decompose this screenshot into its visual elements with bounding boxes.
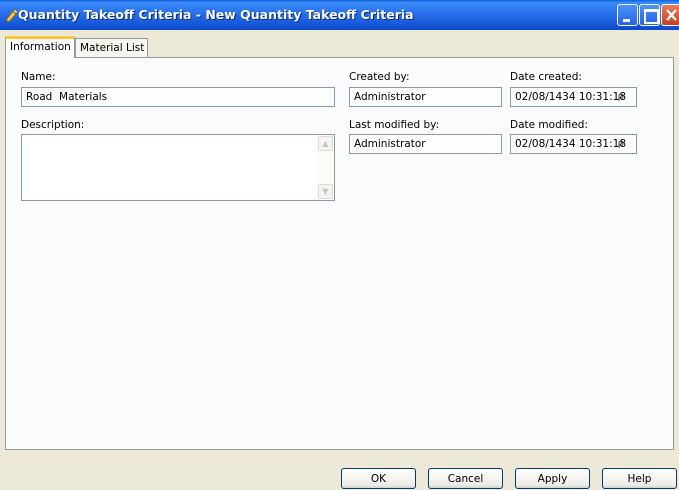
close-button[interactable] [661, 4, 679, 26]
title-bar[interactable]: Quantity Takeoff Criteria - New Quantity… [0, 0, 679, 30]
date-modified-value: 02/08/1434 10:31:18 [515, 138, 627, 150]
scroll-down-button[interactable]: ▼ [318, 184, 333, 199]
scroll-up-button[interactable]: ▲ [318, 136, 333, 151]
maximize-button[interactable] [639, 4, 660, 26]
created-by-field: Administrator [349, 87, 502, 107]
ok-button[interactable]: OK [341, 468, 416, 489]
date-modified-label: Date modified: [510, 119, 588, 131]
tab-material-list[interactable]: Material List [75, 38, 148, 58]
minimize-button[interactable] [617, 4, 638, 26]
apply-button[interactable]: Apply [515, 468, 590, 489]
description-label: Description: [21, 119, 85, 131]
dialog-window: Quantity Takeoff Criteria - New Quantity… [0, 0, 679, 490]
name-value: Road Materials [26, 91, 108, 103]
date-created-suffix: ρ [617, 91, 624, 102]
date-created-value: 02/08/1434 10:31:18 [515, 91, 627, 103]
created-by-label: Created by: [349, 71, 410, 83]
date-modified-field: 02/08/1434 10:31:18 ρ [510, 134, 637, 154]
description-scrollbar[interactable]: ▲ ▼ [317, 135, 334, 200]
name-field[interactable]: Road Materials [21, 87, 335, 107]
last-modified-by-label: Last modified by: [349, 119, 440, 131]
last-modified-by-field: Administrator [349, 134, 502, 154]
last-modified-by-value: Administrator [354, 138, 426, 150]
date-modified-suffix: ρ [617, 138, 624, 149]
description-textarea[interactable]: ▲ ▼ [21, 134, 335, 201]
help-button[interactable]: Help [602, 468, 677, 489]
date-created-label: Date created: [510, 71, 582, 83]
chevron-down-icon: ▼ [322, 187, 329, 196]
close-icon [666, 9, 677, 21]
name-label: Name: [21, 71, 56, 83]
date-created-field: 02/08/1434 10:31:18 ρ [510, 87, 637, 107]
window-title: Quantity Takeoff Criteria - New Quantity… [18, 7, 414, 22]
chevron-up-icon: ▲ [322, 139, 329, 148]
cancel-button[interactable]: Cancel [428, 468, 503, 489]
created-by-value: Administrator [354, 91, 426, 103]
tab-information[interactable]: Information [5, 36, 75, 58]
information-panel [5, 57, 674, 450]
